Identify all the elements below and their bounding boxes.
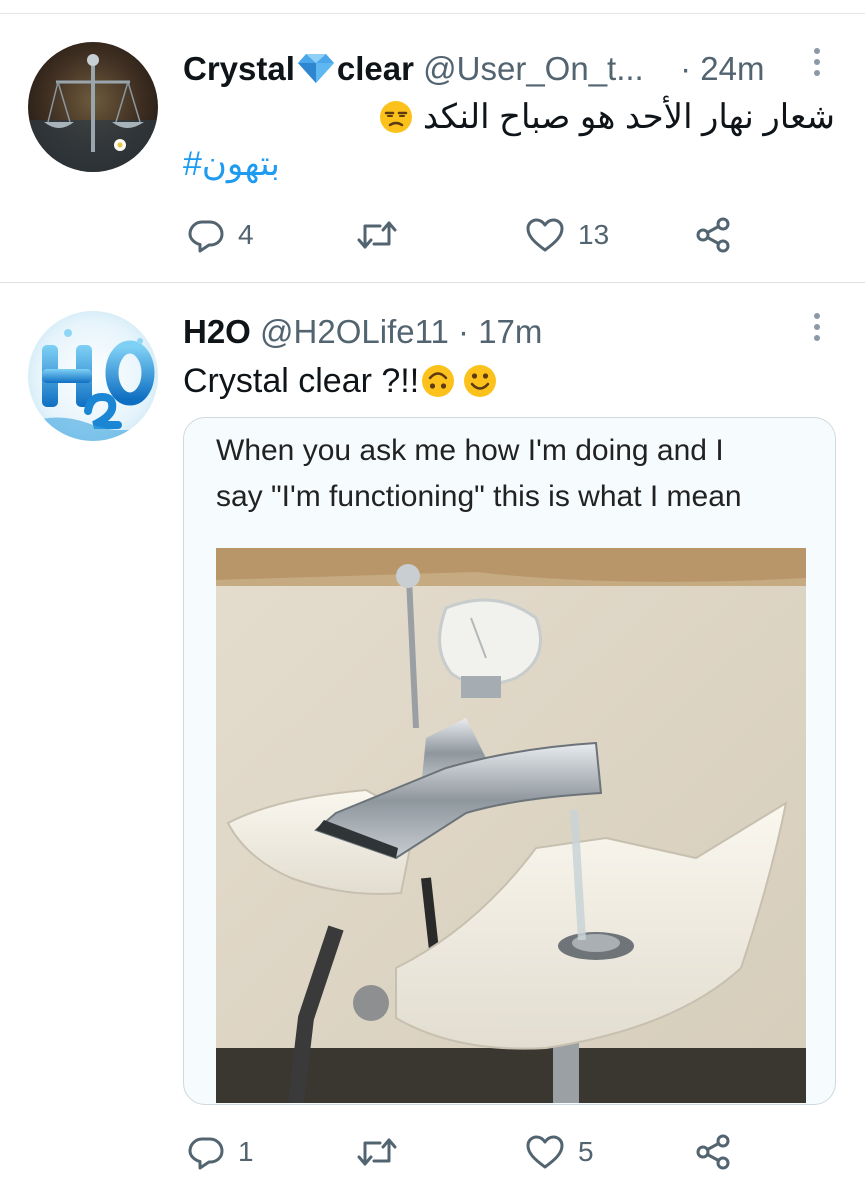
meme-caption: When you ask me how I'm doing and I say … bbox=[216, 428, 742, 520]
timestamp[interactable]: 24m bbox=[700, 50, 764, 87]
avatar[interactable] bbox=[28, 42, 158, 172]
separator-dot: · bbox=[458, 313, 470, 350]
tweet-text-content: Crystal clear ?!! bbox=[183, 362, 420, 400]
share-icon bbox=[696, 217, 730, 253]
avatar[interactable] bbox=[28, 311, 158, 441]
like-button[interactable]: 13 bbox=[526, 210, 609, 260]
reply-icon bbox=[188, 1137, 224, 1170]
scales-avatar-image bbox=[28, 42, 158, 172]
more-icon[interactable] bbox=[813, 48, 821, 81]
like-button[interactable]: 5 bbox=[526, 1127, 594, 1177]
broken-sink-photo[interactable] bbox=[216, 548, 806, 1103]
like-count: 5 bbox=[578, 1136, 594, 1167]
user-handle[interactable]: @User_On_t... bbox=[423, 50, 644, 87]
display-name-part2[interactable]: clear bbox=[337, 50, 414, 87]
like-count: 13 bbox=[578, 219, 610, 250]
action-bar: 4 13 bbox=[0, 210, 865, 260]
diamond-icon bbox=[297, 52, 335, 93]
retweet-icon bbox=[357, 1138, 397, 1166]
h2o-avatar-image bbox=[28, 311, 158, 441]
share-button[interactable] bbox=[694, 210, 732, 260]
quoted-meme-card[interactable]: When you ask me how I'm doing and I say … bbox=[183, 417, 836, 1105]
action-bar: 1 5 bbox=[0, 1127, 865, 1177]
share-button[interactable] bbox=[694, 1127, 732, 1177]
display-name-part1[interactable]: Crystal bbox=[183, 50, 295, 87]
reply-button[interactable]: 1 bbox=[188, 1127, 254, 1177]
reply-icon bbox=[188, 220, 224, 253]
tweet-header: H2O @H2OLife11 · 17m bbox=[183, 312, 542, 352]
retweet-button[interactable] bbox=[357, 210, 411, 260]
reply-count: 4 bbox=[238, 219, 254, 250]
tweet-text: Crystal clear ?!! bbox=[183, 359, 497, 403]
upside-down-face-emoji bbox=[421, 364, 455, 398]
heart-icon bbox=[526, 218, 564, 252]
tweet-header: Crystal clear @User_On_t... · 24m bbox=[183, 49, 764, 93]
retweet-button[interactable] bbox=[357, 1127, 411, 1177]
unamused-face-emoji bbox=[379, 100, 413, 134]
more-icon[interactable] bbox=[813, 313, 821, 346]
separator-dot: · bbox=[680, 50, 692, 87]
display-name[interactable]: H2O bbox=[183, 313, 251, 350]
timestamp[interactable]: 17m bbox=[478, 313, 542, 350]
share-icon bbox=[696, 1134, 730, 1170]
meme-caption-line-1: When you ask me how I'm doing and I bbox=[216, 434, 724, 467]
retweet-icon bbox=[357, 221, 397, 249]
hashtag-link[interactable]: بتهون# bbox=[183, 142, 280, 186]
heart-icon bbox=[526, 1135, 564, 1169]
reply-count: 1 bbox=[238, 1136, 254, 1167]
meme-caption-line-2: say "I'm functioning" this is what I mea… bbox=[216, 480, 742, 513]
tweet-text: شعار نهار الأحد هو صباح النكد bbox=[376, 95, 835, 139]
reply-button[interactable]: 4 bbox=[188, 210, 254, 260]
tweet-1[interactable]: Crystal clear @User_On_t... · 24m شعار نه… bbox=[0, 0, 865, 282]
tweet-text-content: شعار نهار الأحد هو صباح النكد bbox=[422, 98, 835, 136]
slightly-smiling-face-emoji bbox=[463, 364, 497, 398]
user-handle[interactable]: @H2OLife11 bbox=[260, 313, 449, 350]
